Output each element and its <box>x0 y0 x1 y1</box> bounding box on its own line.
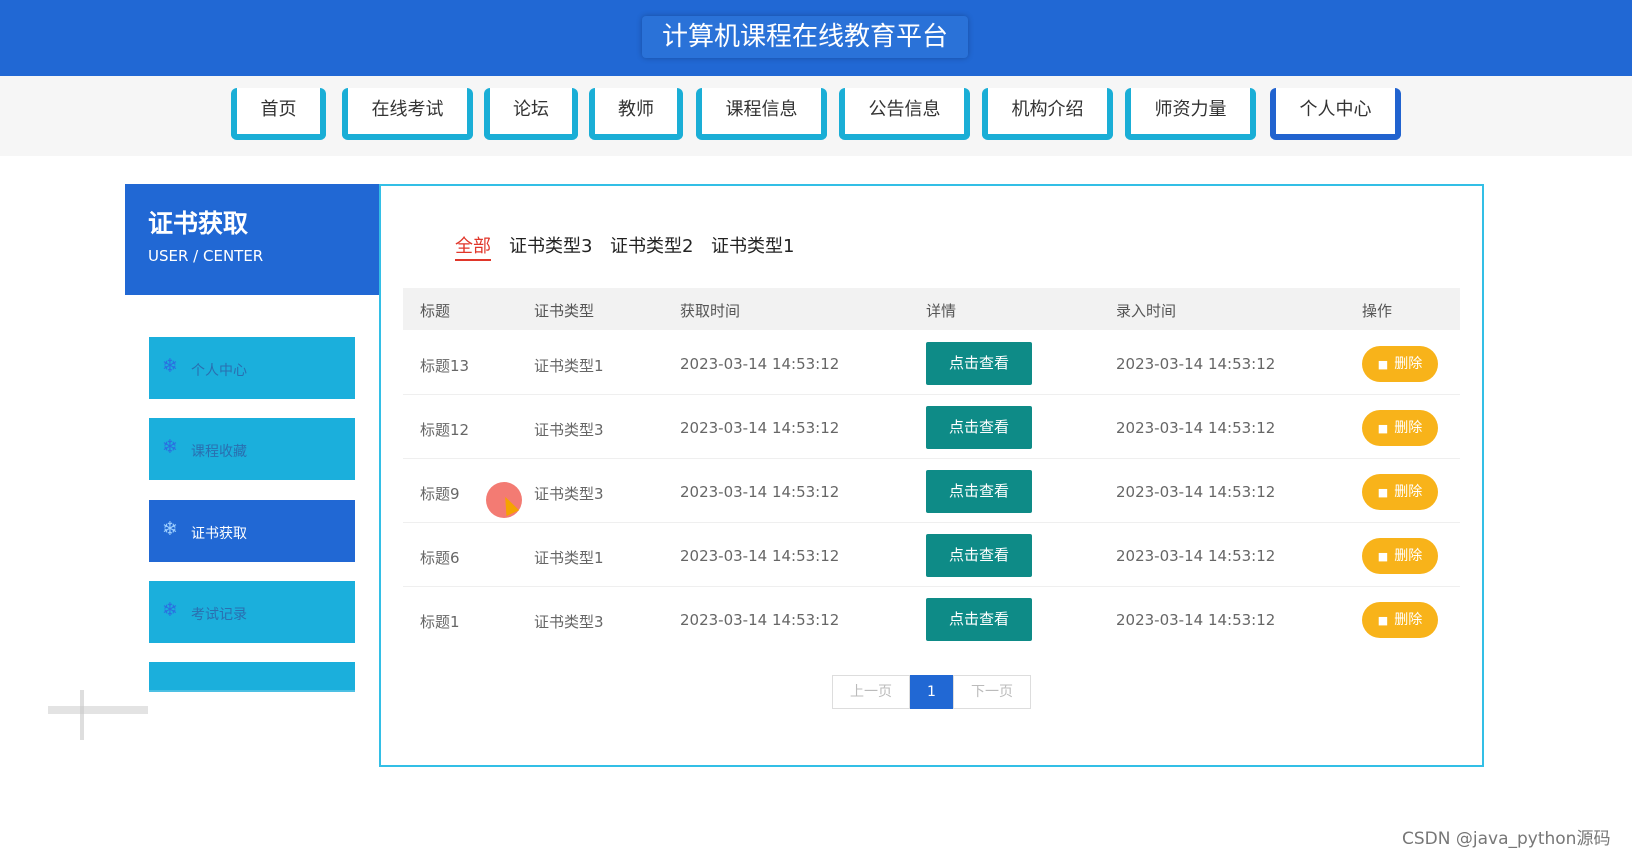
trash-icon: ■ <box>1377 486 1389 499</box>
fade-artifact <box>48 706 148 714</box>
cell-obtained: 2023-03-14 14:53:12 <box>680 483 840 501</box>
next-page-button[interactable]: 下一页 <box>953 675 1031 709</box>
sidebar-item-personal-center[interactable]: ❄ 个人中心 <box>149 337 355 399</box>
cell-entered: 2023-03-14 14:53:12 <box>1116 483 1276 501</box>
cell-title: 标题9 <box>420 485 460 503</box>
sidebar-item-certificates[interactable]: ❄ 证书获取 <box>149 500 355 562</box>
cell-type: 证书类型3 <box>534 485 604 503</box>
trash-icon: ■ <box>1377 614 1389 627</box>
column-header-entered: 录入时间 <box>1116 302 1177 320</box>
cell-title: 标题6 <box>420 549 460 567</box>
nav-home[interactable]: 首页 <box>231 88 326 140</box>
delete-label: 删除 <box>1394 548 1423 564</box>
nav-institution[interactable]: 机构介绍 <box>982 88 1113 140</box>
snowflake-icon: ❄ <box>162 599 178 621</box>
view-details-button[interactable]: 点击查看 <box>926 534 1032 577</box>
nav-forum[interactable]: 论坛 <box>484 88 578 140</box>
trash-icon: ■ <box>1377 550 1389 563</box>
prev-page-button[interactable]: 上一页 <box>832 675 910 709</box>
cell-obtained: 2023-03-14 14:53:12 <box>680 611 840 629</box>
column-header-details: 详情 <box>926 302 957 320</box>
cell-entered: 2023-03-14 14:53:12 <box>1116 611 1276 629</box>
sidebar-item-exam-records[interactable]: ❄ 考试记录 <box>149 581 355 643</box>
nav-course-info[interactable]: 课程信息 <box>696 88 827 140</box>
cell-type: 证书类型1 <box>534 549 604 567</box>
column-header-type: 证书类型 <box>534 302 595 320</box>
view-details-button[interactable]: 点击查看 <box>926 598 1032 641</box>
cell-obtained: 2023-03-14 14:53:12 <box>680 547 840 565</box>
delete-label: 删除 <box>1394 420 1423 436</box>
sidebar-item-course-favorites[interactable]: ❄ 课程收藏 <box>149 418 355 480</box>
column-header-title: 标题 <box>420 302 451 320</box>
cell-type: 证书类型3 <box>534 421 604 439</box>
view-details-button[interactable]: 点击查看 <box>926 470 1032 513</box>
snowflake-icon: ❄ <box>162 436 178 458</box>
filter-tab-type2[interactable]: 证书类型2 <box>610 232 693 258</box>
delete-label: 删除 <box>1394 484 1423 500</box>
cell-entered: 2023-03-14 14:53:12 <box>1116 419 1276 437</box>
site-title: 计算机课程在线教育平台 <box>642 16 968 58</box>
cell-title: 标题12 <box>420 421 470 439</box>
sidebar-item-label: 个人中心 <box>191 363 247 379</box>
nav-teacher[interactable]: 教师 <box>589 88 683 140</box>
row-divider <box>403 458 1460 459</box>
nav-faculty[interactable]: 师资力量 <box>1125 88 1256 140</box>
row-divider <box>403 586 1460 587</box>
page-number-button[interactable]: 1 <box>910 675 953 709</box>
nav-online-exam[interactable]: 在线考试 <box>342 88 473 140</box>
row-divider <box>403 394 1460 395</box>
view-details-button[interactable]: 点击查看 <box>926 406 1032 449</box>
delete-label: 删除 <box>1394 612 1423 628</box>
watermark: CSDN @java_python源码 <box>1402 829 1611 849</box>
sidebar-item-label: 考试记录 <box>191 607 247 623</box>
cell-entered: 2023-03-14 14:53:12 <box>1116 547 1276 565</box>
delete-button[interactable]: ■ 删除 <box>1362 410 1438 446</box>
cell-entered: 2023-03-14 14:53:12 <box>1116 355 1276 373</box>
cell-type: 证书类型1 <box>534 357 604 375</box>
cell-obtained: 2023-03-14 14:53:12 <box>680 355 840 373</box>
delete-label: 删除 <box>1394 356 1423 372</box>
sidebar-item-partial[interactable] <box>149 662 355 692</box>
fade-artifact <box>80 690 84 740</box>
nav-announcements[interactable]: 公告信息 <box>839 88 970 140</box>
delete-button[interactable]: ■ 删除 <box>1362 346 1438 382</box>
cell-type: 证书类型3 <box>534 613 604 631</box>
cell-obtained: 2023-03-14 14:53:12 <box>680 419 840 437</box>
view-details-button[interactable]: 点击查看 <box>926 342 1032 385</box>
sidebar-item-label: 课程收藏 <box>191 444 247 460</box>
sidebar-subtitle: USER / CENTER <box>148 247 264 265</box>
trash-icon: ■ <box>1377 358 1389 371</box>
cell-title: 标题13 <box>420 357 470 375</box>
trash-icon: ■ <box>1377 422 1389 435</box>
column-header-actions: 操作 <box>1362 302 1393 320</box>
delete-button[interactable]: ■ 删除 <box>1362 602 1438 638</box>
sidebar-header: 证书获取 USER / CENTER <box>125 184 379 295</box>
column-header-obtained: 获取时间 <box>680 302 741 320</box>
filter-tab-all[interactable]: 全部 <box>455 232 491 261</box>
row-divider <box>403 522 1460 523</box>
snowflake-icon: ❄ <box>162 355 178 377</box>
sidebar-item-label: 证书获取 <box>191 526 247 542</box>
filter-tab-type3[interactable]: 证书类型3 <box>509 232 592 258</box>
cell-title: 标题1 <box>420 613 460 631</box>
sidebar-title: 证书获取 <box>148 209 249 238</box>
nav-personal-center[interactable]: 个人中心 <box>1270 88 1401 140</box>
filter-tab-type1[interactable]: 证书类型1 <box>711 232 794 258</box>
delete-button[interactable]: ■ 删除 <box>1362 538 1438 574</box>
snowflake-icon: ❄ <box>162 518 178 540</box>
delete-button[interactable]: ■ 删除 <box>1362 474 1438 510</box>
